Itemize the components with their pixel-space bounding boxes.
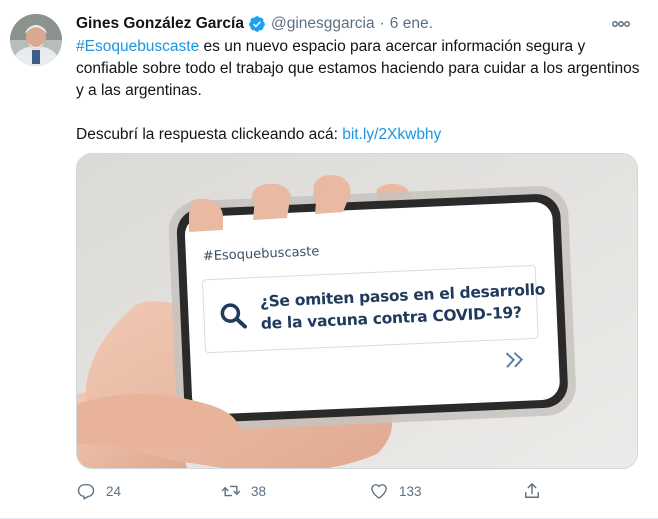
- tweet-header: Gines González García @ginesggarcia · 6 …: [76, 13, 636, 35]
- like-count: 133: [399, 483, 422, 499]
- tweet-actions: 24 38 133: [76, 480, 556, 502]
- reply-count: 24: [106, 483, 122, 499]
- tweet-cta-text: Descubrí la respuesta clickeando acá:: [76, 126, 343, 143]
- share-button[interactable]: [522, 480, 542, 502]
- more-options-icon[interactable]: [608, 13, 634, 35]
- author-name[interactable]: Gines González García: [76, 15, 244, 33]
- tweet-cta-paragraph: Descubrí la respuesta clickeando acá: bi…: [76, 124, 641, 146]
- author-handle[interactable]: @ginesggarcia: [271, 15, 375, 33]
- tweet-paragraph: #Esoquebuscaste es un nuevo espacio para…: [76, 36, 641, 102]
- separator-dot: ·: [379, 15, 385, 32]
- retweet-count: 38: [251, 483, 267, 499]
- reply-icon: [77, 484, 95, 500]
- tweet-date[interactable]: 6 ene.: [390, 15, 433, 33]
- avatar[interactable]: [10, 14, 62, 66]
- phone-hashtag-label: #Esoquebuscaste: [202, 244, 320, 265]
- search-icon: [220, 303, 247, 329]
- tweet-text: #Esoquebuscaste es un nuevo espacio para…: [76, 36, 641, 146]
- hashtag-link[interactable]: #Esoquebuscaste: [76, 38, 199, 55]
- phone-search-box: ¿Se omiten pasos en el desarrollo de la …: [201, 264, 545, 354]
- like-button[interactable]: 133: [369, 480, 422, 502]
- heart-icon: [371, 484, 387, 499]
- double-chevron-right-icon: [505, 352, 524, 368]
- retweet-icon: [221, 485, 241, 497]
- retweet-button[interactable]: 38: [221, 480, 266, 502]
- tweet[interactable]: Gines González García @ginesggarcia · 6 …: [0, 0, 658, 519]
- avatar-image: [10, 14, 62, 66]
- phone-screen: #Esoquebuscaste ¿Se omiten pasos en el d…: [198, 227, 545, 417]
- tweet-media-image[interactable]: #Esoquebuscaste ¿Se omiten pasos en el d…: [76, 153, 638, 469]
- reply-button[interactable]: 24: [76, 480, 121, 502]
- verified-badge-icon: [249, 16, 265, 32]
- share-icon: [525, 483, 539, 498]
- shortened-link[interactable]: bit.ly/2Xkwbhy: [342, 126, 441, 143]
